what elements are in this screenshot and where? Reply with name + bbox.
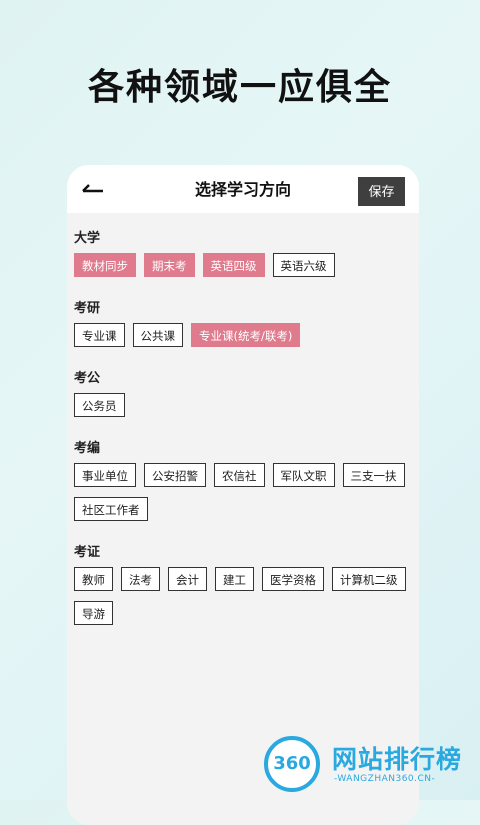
section-title: 考研 <box>74 301 101 316</box>
tag-list: 公务员 <box>74 393 419 427</box>
section-4: 考证教师 法考 会计 建工 医学资格 计算机二级导游 <box>74 545 419 635</box>
tag-chip[interactable]: 建工 <box>215 567 254 591</box>
watermark-name: 网站排行榜 <box>332 745 463 774</box>
section-2: 考公 公务员 <box>74 371 419 427</box>
app-screen: 选择学习方向 保存 大学教材同步 期末考 英语四级 英语六级考研专业课 公共课 专业课(统… <box>67 165 419 825</box>
section-3: 考编事业单位 公安招警 农信社 军队文职 三支一扶社区工作者 <box>74 441 419 531</box>
tag-chip[interactable]: 教师 <box>74 567 113 591</box>
tag-chip[interactable]: 导游 <box>74 601 113 625</box>
tag-chip[interactable]: 三支一扶 <box>342 463 405 487</box>
tag-chip[interactable]: 专业课 <box>74 323 125 347</box>
tag-chip[interactable]: 公共课 <box>132 323 183 347</box>
tag-chip[interactable]: 事业单位 <box>74 463 136 487</box>
tag-chip-selected[interactable]: 期末考 <box>144 253 195 277</box>
tag-chip[interactable]: 公安招警 <box>144 463 206 487</box>
top-bar: 选择学习方向 保存 <box>67 165 419 213</box>
tag-chip[interactable]: 军队文职 <box>272 463 335 487</box>
tag-chip-selected[interactable]: 专业课(统考/联考) <box>191 323 301 347</box>
tag-chip-selected[interactable]: 教材同步 <box>74 253 136 277</box>
tag-chip[interactable]: 会计 <box>168 567 207 591</box>
watermark-badge: 360 <box>264 736 320 792</box>
tag-list: 教材同步 期末考 英语四级 英语六级 <box>74 253 419 287</box>
tag-chip[interactable]: 医学资格 <box>262 567 324 591</box>
tag-chip[interactable]: 公务员 <box>74 393 125 417</box>
promo-headline: 各种领域一应俱全 <box>87 67 392 108</box>
section-title: 考编 <box>74 441 101 456</box>
tag-list: 事业单位 公安招警 农信社 军队文职 三支一扶社区工作者 <box>74 463 419 531</box>
tag-chip[interactable]: 法考 <box>121 567 160 591</box>
watermark: 360 网站排行榜 -WANGZHAN360.CN- <box>264 736 480 796</box>
category-list: 大学教材同步 期末考 英语四级 英语六级考研专业课 公共课 专业课(统考/联考) 考公公务员… <box>67 213 419 635</box>
watermark-domain: -WANGZHAN360.CN- <box>334 774 436 784</box>
tag-chip[interactable]: 计算机二级 <box>332 567 406 591</box>
section-title: 大学 <box>74 231 101 246</box>
tag-chip[interactable]: 英语六级 <box>272 253 335 277</box>
section-0: 大学教材同步 期末考 英语四级 英语六级 <box>74 231 419 287</box>
save-button[interactable]: 保存 <box>358 177 405 206</box>
tag-list: 专业课 公共课 专业课(统考/联考) <box>74 323 419 357</box>
section-title: 考公 <box>74 371 101 386</box>
tag-chip[interactable]: 社区工作者 <box>74 497 148 521</box>
section-1: 考研专业课 公共课 专业课(统考/联考) <box>74 301 419 357</box>
section-title: 考证 <box>74 545 101 560</box>
tag-list: 教师 法考 会计 建工 医学资格 计算机二级导游 <box>74 567 419 635</box>
tag-chip-selected[interactable]: 英语四级 <box>202 253 265 277</box>
tag-chip[interactable]: 农信社 <box>214 463 265 487</box>
